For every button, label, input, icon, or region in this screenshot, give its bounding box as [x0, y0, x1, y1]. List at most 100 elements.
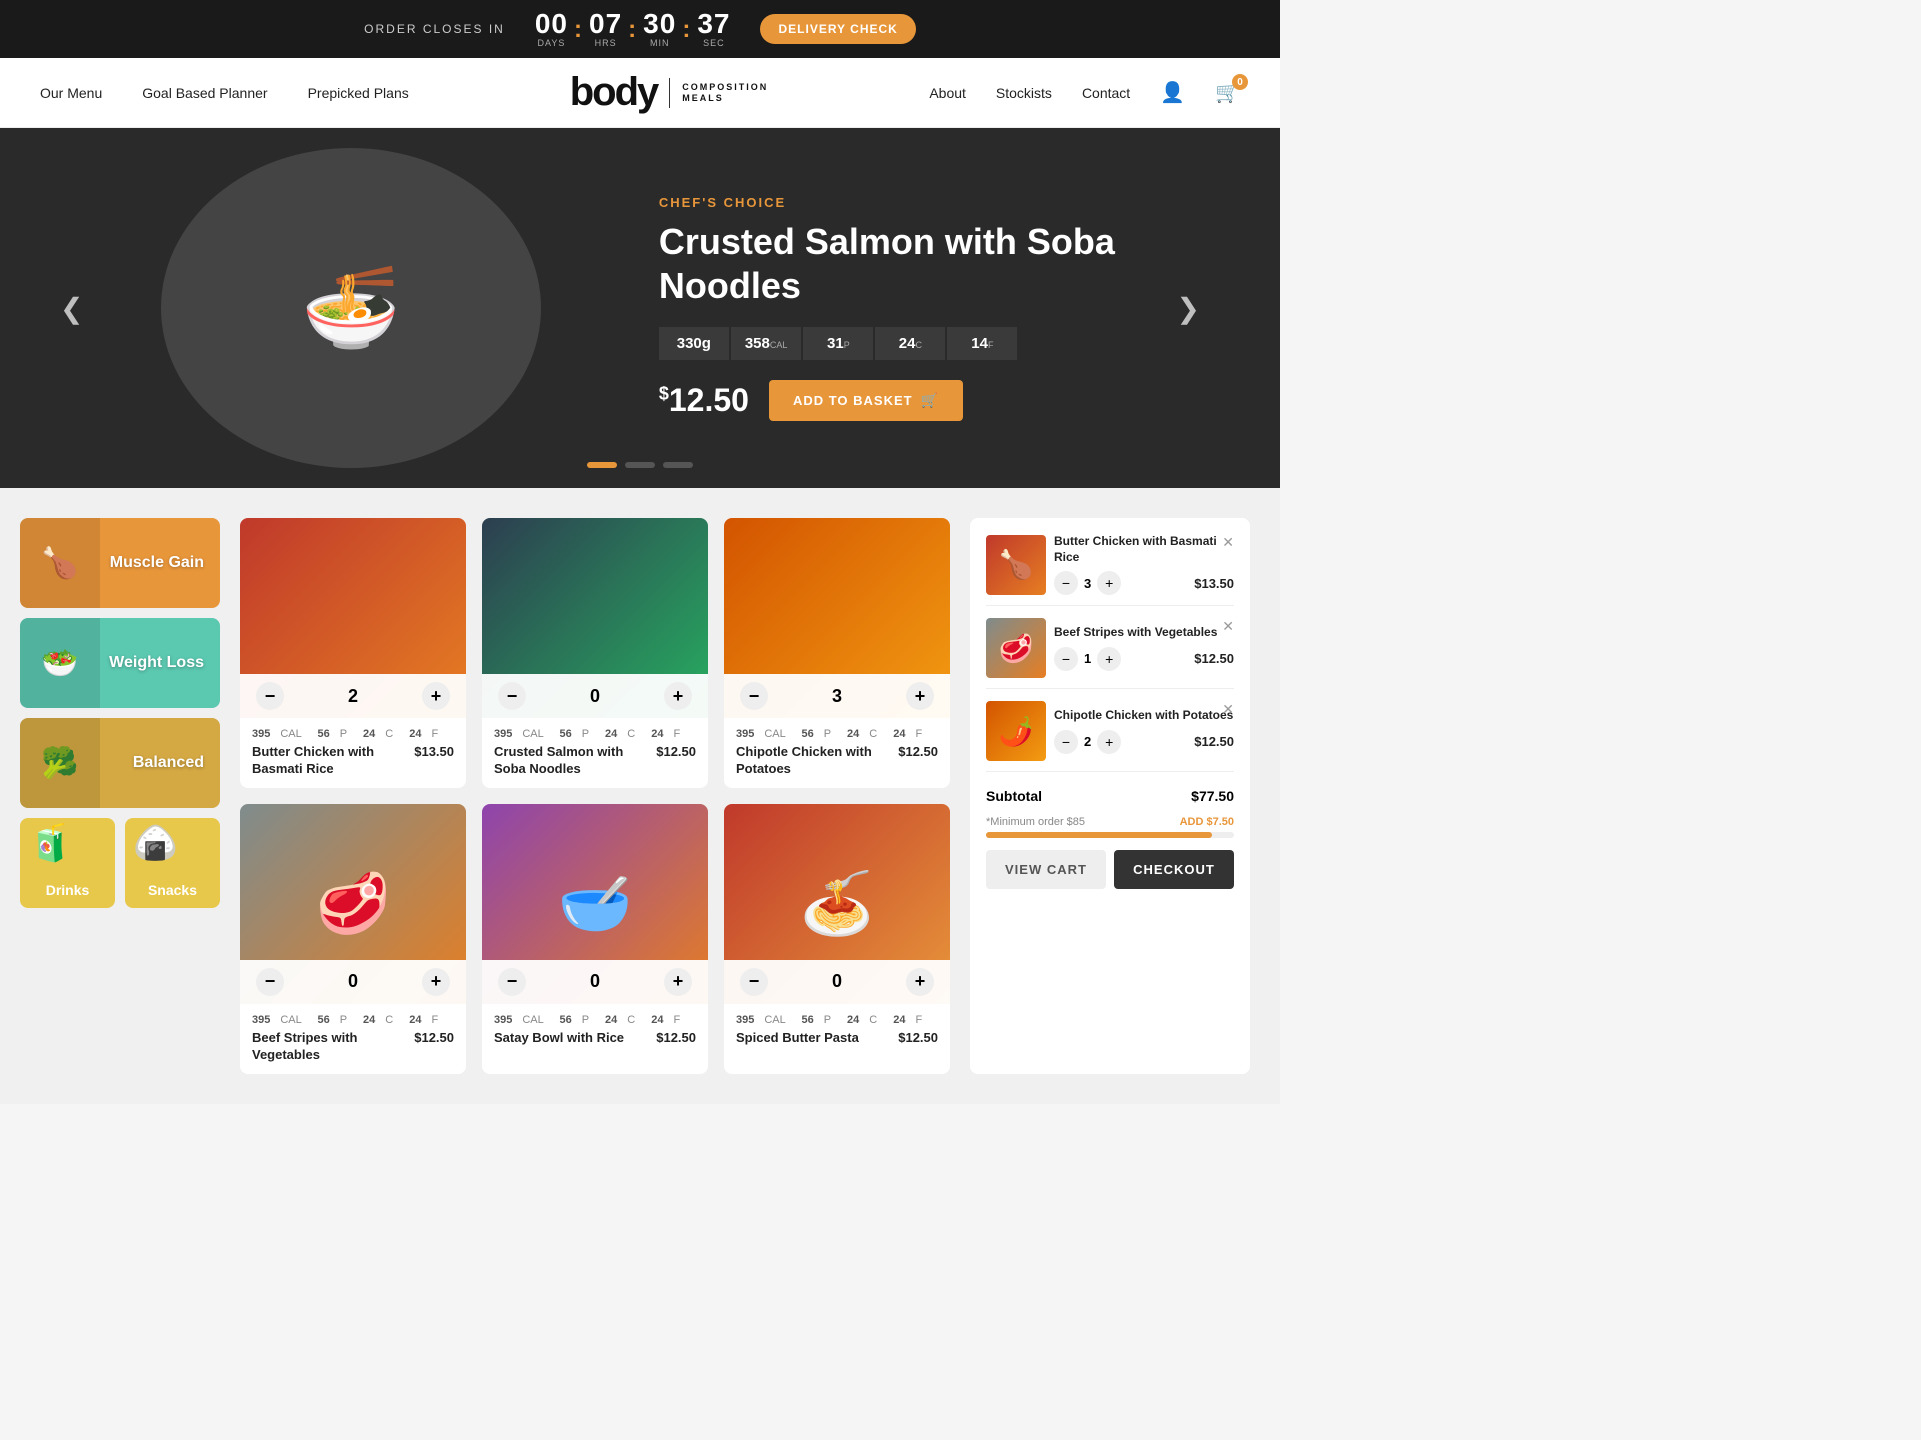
sidebar-weight-label: Weight Loss [109, 654, 204, 672]
cart-qty-2: 2 [1084, 734, 1091, 749]
cart-item-name-2: Chipotle Chicken with Potatoes [1054, 708, 1234, 724]
chefs-choice-badge: CHEF'S CHOICE [659, 195, 1119, 210]
sidebar-snacks[interactable]: 🍙 Snacks [125, 818, 220, 908]
sidebar: 🍗 Muscle Gain 🥗 Weight Loss 🥦 Balanced 🧃… [20, 518, 220, 1074]
cart-qty-0: 3 [1084, 576, 1091, 591]
product-macros-0: 395 CAL 56 P 24 C 24 F [252, 728, 454, 740]
sidebar-weight-loss[interactable]: 🥗 Weight Loss [20, 618, 220, 708]
qty-value-1: 0 [590, 686, 600, 707]
qty-decrement-5[interactable]: − [740, 968, 768, 996]
delivery-check-button[interactable]: DELIVERY CHECK [760, 14, 915, 44]
quantity-bar-0: − 2 + [240, 674, 466, 718]
cart-decrement-1[interactable]: − [1054, 647, 1078, 671]
qty-value-5: 0 [832, 971, 842, 992]
product-info-1: 395 CAL 56 P 24 C 24 F Crusted Salmon wi… [482, 718, 708, 788]
qty-decrement-0[interactable]: − [256, 682, 284, 710]
subtotal-value: $77.50 [1191, 788, 1234, 804]
qty-increment-4[interactable]: + [664, 968, 692, 996]
sidebar-balanced[interactable]: 🥦 Balanced [20, 718, 220, 808]
product-name-price-3: Beef Stripes with Vegetables $12.50 [252, 1030, 454, 1064]
product-name-3: Beef Stripes with Vegetables [252, 1030, 406, 1064]
timer-days: 00 DAYS [535, 10, 568, 48]
qty-value-2: 3 [832, 686, 842, 707]
qty-decrement-4[interactable]: − [498, 968, 526, 996]
nav-right-links: About Stockists Contact 0 [929, 80, 1240, 105]
qty-increment-1[interactable]: + [664, 682, 692, 710]
qty-increment-5[interactable]: + [906, 968, 934, 996]
product-image-2: − 3 + [724, 518, 950, 718]
product-card-2: − 3 + 395 CAL 56 P 24 C 24 F Chipotle Ch… [724, 518, 950, 788]
product-macros-4: 395 CAL 56 P 24 C 24 F [494, 1014, 696, 1026]
product-info-5: 395 CAL 56 P 24 C 24 F Spiced Butter Pas… [724, 1004, 950, 1057]
cart-item-name-0: Butter Chicken with Basmati Rice [1054, 534, 1234, 565]
qty-value-3: 0 [348, 971, 358, 992]
quantity-bar-2: − 3 + [724, 674, 950, 718]
hero-next-button[interactable]: ❯ [1177, 292, 1200, 325]
cart-remove-1[interactable]: ✕ [1222, 618, 1234, 635]
macro-carbs: 24C [875, 327, 945, 360]
nav-our-menu[interactable]: Our Menu [40, 85, 102, 101]
logo-link[interactable]: body COMPOSITION MEALS [570, 70, 769, 115]
subtotal-label: Subtotal [986, 788, 1042, 804]
hero-dot-3[interactable] [663, 462, 693, 468]
nav-about[interactable]: About [929, 85, 966, 101]
qty-decrement-2[interactable]: − [740, 682, 768, 710]
logo-divider [669, 78, 670, 108]
nav-stockists[interactable]: Stockists [996, 85, 1052, 101]
qty-increment-0[interactable]: + [422, 682, 450, 710]
cart-panel: 🍗 Butter Chicken with Basmati Rice − 3 +… [970, 518, 1250, 1074]
cart-increment-2[interactable]: + [1097, 730, 1121, 754]
product-info-3: 395 CAL 56 P 24 C 24 F Beef Stripes with… [240, 1004, 466, 1074]
sidebar-muscle-gain[interactable]: 🍗 Muscle Gain [20, 518, 220, 608]
product-info-2: 395 CAL 56 P 24 C 24 F Chipotle Chicken … [724, 718, 950, 788]
sidebar-drinks-label: Drinks [46, 882, 90, 898]
product-image-5: 🍝 − 0 + [724, 804, 950, 1004]
hero-dot-2[interactable] [625, 462, 655, 468]
product-price-2: $12.50 [898, 744, 938, 759]
product-name-2: Chipotle Chicken with Potatoes [736, 744, 890, 778]
quantity-bar-5: − 0 + [724, 960, 950, 1004]
user-icon[interactable] [1160, 80, 1185, 105]
cart-item-price-0: $13.50 [1194, 576, 1234, 591]
product-price-0: $13.50 [414, 744, 454, 759]
product-price-5: $12.50 [898, 1030, 938, 1045]
product-grid: − 2 + 395 CAL 56 P 24 C 24 F Butter Chic… [240, 518, 950, 1074]
sidebar-drinks[interactable]: 🧃 Drinks [20, 818, 115, 908]
cart-item-image-1: 🥩 [986, 618, 1046, 678]
product-image-4: 🥣 − 0 + [482, 804, 708, 1004]
cart-increment-0[interactable]: + [1097, 571, 1121, 595]
cart-icon-wrap[interactable]: 0 [1215, 80, 1240, 105]
main-nav: Our Menu Goal Based Planner Prepicked Pl… [0, 58, 1280, 128]
top-bar: ORDER CLOSES IN 00 DAYS : 07 HRS : 30 MI… [0, 0, 1280, 58]
qty-decrement-3[interactable]: − [256, 968, 284, 996]
nav-contact[interactable]: Contact [1082, 85, 1130, 101]
product-name-price-5: Spiced Butter Pasta $12.50 [736, 1030, 938, 1047]
cart-remove-0[interactable]: ✕ [1222, 534, 1234, 551]
nav-goal-planner[interactable]: Goal Based Planner [142, 85, 267, 101]
cart-decrement-2[interactable]: − [1054, 730, 1078, 754]
hero-prev-button[interactable]: ❮ [60, 292, 83, 325]
view-cart-button[interactable]: VIEW CART [986, 850, 1106, 889]
product-image-1: − 0 + [482, 518, 708, 718]
product-price-4: $12.50 [656, 1030, 696, 1045]
product-image-0: − 2 + [240, 518, 466, 718]
checkout-button[interactable]: CHECKOUT [1114, 850, 1234, 889]
qty-increment-3[interactable]: + [422, 968, 450, 996]
cart-decrement-0[interactable]: − [1054, 571, 1078, 595]
nav-prepicked[interactable]: Prepicked Plans [308, 85, 409, 101]
qty-increment-2[interactable]: + [906, 682, 934, 710]
qty-decrement-1[interactable]: − [498, 682, 526, 710]
main-content: 🍗 Muscle Gain 🥗 Weight Loss 🥦 Balanced 🧃… [0, 488, 1280, 1104]
add-to-basket-button[interactable]: ADD TO BASKET [769, 380, 963, 421]
sidebar-muscle-label: Muscle Gain [110, 554, 204, 572]
cart-item-info-2: Chipotle Chicken with Potatoes − 2 + $12… [1054, 708, 1234, 754]
cart-item-price-2: $12.50 [1194, 734, 1234, 749]
hero-title: Crusted Salmon with Soba Noodles [659, 220, 1119, 306]
hero-dot-1[interactable] [587, 462, 617, 468]
qty-value-0: 2 [348, 686, 358, 707]
nav-left-links: Our Menu Goal Based Planner Prepicked Pl… [40, 85, 409, 101]
cart-increment-1[interactable]: + [1097, 647, 1121, 671]
product-name-price-1: Crusted Salmon with Soba Noodles $12.50 [494, 744, 696, 778]
cart-remove-2[interactable]: ✕ [1222, 701, 1234, 718]
cart-item-info-1: Beef Stripes with Vegetables − 1 + $12.5… [1054, 625, 1234, 671]
